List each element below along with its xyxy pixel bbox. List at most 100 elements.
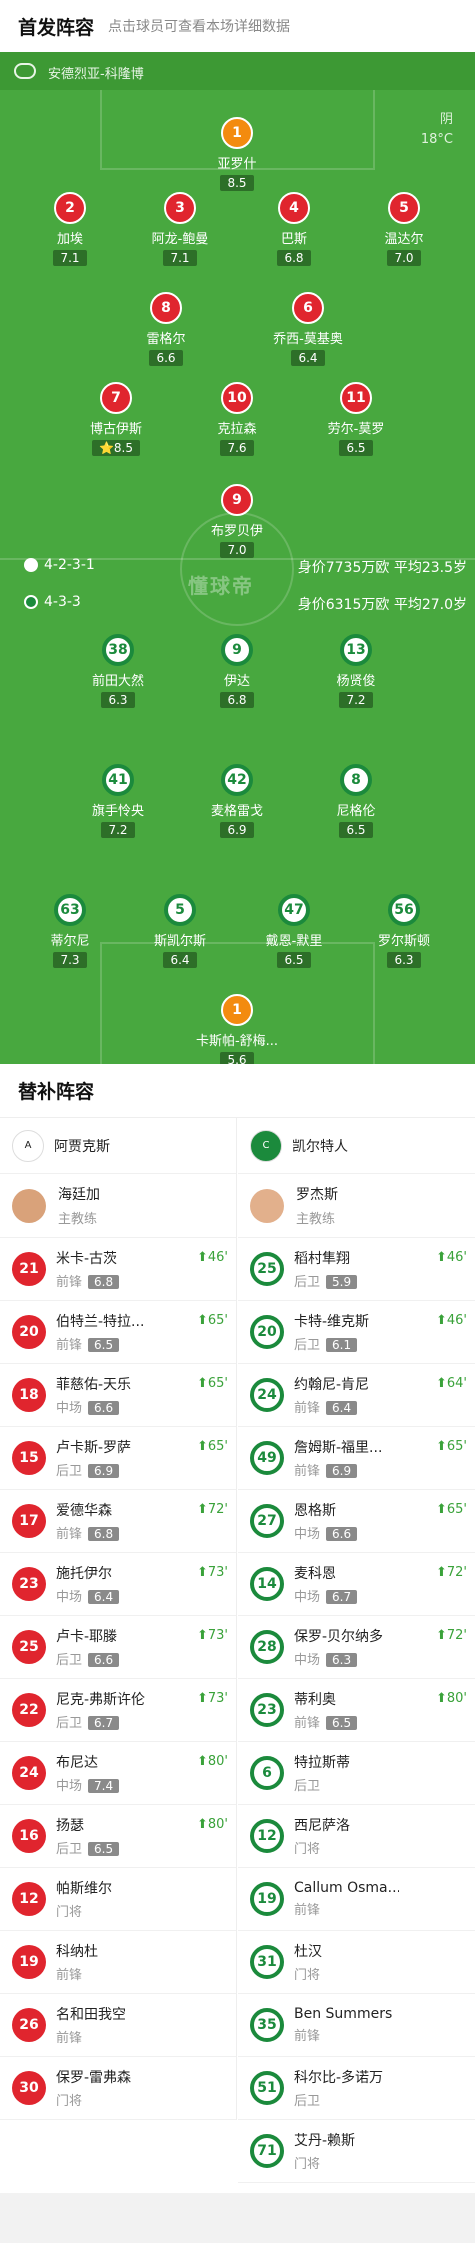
player-number: 2 bbox=[54, 192, 86, 224]
sub-player-row[interactable]: 26 名和田我空 前锋 bbox=[0, 1994, 236, 2057]
sub-in-minute: 65' bbox=[207, 1439, 228, 1454]
sub-player-row[interactable]: 23 蒂利奥 前锋 6.5 ⬆80' bbox=[238, 1679, 475, 1742]
sub-player-row[interactable]: 19 Callum Osma... 前锋 bbox=[238, 1868, 475, 1931]
sub-player-row[interactable]: 21 米卡-古茨 前锋 6.8 ⬆46' bbox=[0, 1238, 236, 1301]
sub-player-row[interactable]: 28 保罗-贝尔纳多 中场 6.3 ⬆72' bbox=[238, 1616, 475, 1679]
sub-number: 20 bbox=[250, 1315, 284, 1349]
sub-player-row[interactable]: 71 艾丹-赖斯 门将 bbox=[238, 2120, 475, 2183]
sub-meta: 前锋 6.5 bbox=[56, 1334, 236, 1353]
coach-name: 罗杰斯 bbox=[296, 1187, 338, 1203]
sub-number: 23 bbox=[250, 1693, 284, 1727]
player-rating: 7.0 bbox=[220, 542, 254, 558]
sub-name: 卢卡斯-罗萨 bbox=[56, 1440, 132, 1456]
sub-player-row[interactable]: 18 菲慈佑-天乐 中场 6.6 ⬆65' bbox=[0, 1364, 236, 1427]
home-player[interactable]: 10 克拉森 7.6 bbox=[177, 382, 297, 456]
sub-player-row[interactable]: 27 恩格斯 中场 6.6 ⬆65' bbox=[238, 1490, 475, 1553]
sub-number: 71 bbox=[250, 2134, 284, 2168]
sub-player-row[interactable]: 20 伯特兰-特拉... 前锋 6.5 ⬆65' bbox=[0, 1301, 236, 1364]
sub-meta: 前锋 6.9 bbox=[294, 1460, 475, 1479]
home-player[interactable]: 9 布罗贝伊 7.0 bbox=[177, 484, 297, 558]
sub-player-row[interactable]: 31 杜汉 门将 bbox=[238, 1931, 475, 1994]
sub-player-row[interactable]: 49 詹姆斯-福里... 前锋 6.9 ⬆65' bbox=[238, 1427, 475, 1490]
player-name: 乔西-莫基奥 bbox=[273, 332, 343, 347]
player-number: 42 bbox=[221, 764, 253, 796]
sub-player-row[interactable]: 25 卢卡-耶滕 后卫 6.6 ⬆73' bbox=[0, 1616, 236, 1679]
sub-player-row[interactable]: 24 布尼达 中场 7.4 ⬆80' bbox=[0, 1742, 236, 1805]
sub-player-row[interactable]: 12 帕斯维尔 门将 bbox=[0, 1868, 236, 1931]
sub-in-icon: ⬆ bbox=[435, 1565, 447, 1580]
sub-player-row[interactable]: 30 保罗-雷弗森 门将 bbox=[0, 2057, 236, 2120]
away-player[interactable]: 41 旗手怜央 7.2 bbox=[58, 764, 178, 838]
home-player[interactable]: 2 加埃 7.1 bbox=[10, 192, 130, 266]
sub-info: 帕斯维尔 门将 bbox=[56, 1878, 236, 1920]
away-player[interactable]: 42 麦格雷戈 6.9 bbox=[177, 764, 297, 838]
rating-value: 6.8 bbox=[227, 693, 247, 707]
sub-rating: 6.6 bbox=[88, 1653, 120, 1667]
home-player[interactable]: 1 亚罗什 8.5 bbox=[177, 117, 297, 191]
player-name: 博古伊斯 bbox=[89, 422, 142, 437]
coach-avatar bbox=[12, 1188, 46, 1223]
sub-player-row[interactable]: 23 施托伊尔 中场 6.4 ⬆73' bbox=[0, 1553, 236, 1616]
sub-meta: 门将 bbox=[294, 2153, 475, 2172]
sub-in-minute: 46' bbox=[207, 1250, 228, 1265]
rating-value: 7.2 bbox=[346, 693, 366, 707]
player-name: 斯凯尔斯 bbox=[153, 934, 206, 949]
home-player[interactable]: 4 巴斯 6.8 bbox=[234, 192, 354, 266]
away-player[interactable]: 38 前田大然 6.3 bbox=[58, 634, 178, 708]
sub-player-row[interactable]: 6 特拉斯蒂 后卫 bbox=[238, 1742, 475, 1805]
player-rating: 7.1 bbox=[163, 250, 197, 266]
sub-player-row[interactable]: 25 稻村隼翔 后卫 5.9 ⬆46' bbox=[238, 1238, 475, 1301]
sub-player-row[interactable]: 51 科尔比-多诺万 后卫 bbox=[238, 2057, 475, 2120]
away-player[interactable]: 56 罗尔斯顿 6.3 bbox=[344, 894, 464, 968]
away-player[interactable]: 63 蒂尔尼 7.3 bbox=[10, 894, 130, 968]
away-player[interactable]: 5 斯凯尔斯 6.4 bbox=[120, 894, 240, 968]
sub-player-row[interactable]: 15 卢卡斯-罗萨 后卫 6.9 ⬆65' bbox=[0, 1427, 236, 1490]
player-name: 克拉森 bbox=[217, 422, 257, 437]
sub-in-minute: 80' bbox=[446, 1691, 467, 1706]
sub-player-row[interactable]: 19 科纳杜 前锋 bbox=[0, 1931, 236, 1994]
home-player[interactable]: 11 劳尔-莫罗 6.5 bbox=[296, 382, 416, 456]
sub-rating: 6.8 bbox=[88, 1527, 120, 1541]
away-player[interactable]: 47 戴恩-默里 6.5 bbox=[234, 894, 354, 968]
sub-meta: 中场 6.3 bbox=[294, 1649, 475, 1668]
away-coach-row[interactable]: 罗杰斯 主教练 bbox=[238, 1174, 475, 1238]
home-team-row[interactable]: A 阿贾克斯 bbox=[0, 1118, 236, 1174]
player-rating: 6.8 bbox=[277, 250, 311, 266]
away-player[interactable]: 8 尼格伦 6.5 bbox=[296, 764, 416, 838]
sub-in-time: ⬆80' bbox=[436, 1691, 467, 1706]
home-player[interactable]: 7 博古伊斯 ⭐8.5 bbox=[56, 382, 176, 456]
player-name: 旗手怜央 bbox=[91, 804, 144, 819]
sub-info: 特拉斯蒂 后卫 bbox=[294, 1752, 475, 1794]
away-team-row[interactable]: C 凯尔特人 bbox=[238, 1118, 475, 1174]
sub-player-row[interactable]: 24 约翰尼-肯尼 前锋 6.4 ⬆64' bbox=[238, 1364, 475, 1427]
player-rating: 6.4 bbox=[163, 952, 197, 968]
home-player[interactable]: 6 乔西-莫基奥 6.4 bbox=[248, 292, 368, 366]
sub-in-icon: ⬆ bbox=[196, 1376, 208, 1391]
away-player[interactable]: 9 伊达 6.8 bbox=[177, 634, 297, 708]
sub-player-row[interactable]: 17 爱德华森 前锋 6.8 ⬆72' bbox=[0, 1490, 236, 1553]
sub-player-row[interactable]: 20 卡特-维克斯 后卫 6.1 ⬆46' bbox=[238, 1301, 475, 1364]
sub-player-row[interactable]: 12 西尼萨洛 门将 bbox=[238, 1805, 475, 1868]
sub-rating: 6.3 bbox=[326, 1653, 358, 1667]
home-coach-row[interactable]: 海廷加 主教练 bbox=[0, 1174, 236, 1238]
home-player[interactable]: 8 雷格尔 6.6 bbox=[106, 292, 226, 366]
player-number: 9 bbox=[221, 634, 253, 666]
home-player[interactable]: 3 阿龙-鲍曼 7.1 bbox=[120, 192, 240, 266]
sub-name: 爱德华森 bbox=[56, 1503, 112, 1519]
home-player[interactable]: 5 温达尔 7.0 bbox=[344, 192, 464, 266]
away-player[interactable]: 1 卡斯帕-舒梅... 5.6 bbox=[177, 994, 297, 1064]
sub-meta: 后卫 6.5 bbox=[56, 1838, 236, 1857]
away-player[interactable]: 13 杨贤俊 7.2 bbox=[296, 634, 416, 708]
sub-player-row[interactable]: 22 尼克-弗斯许伦 后卫 6.7 ⬆73' bbox=[0, 1679, 236, 1742]
sub-number: 15 bbox=[12, 1441, 46, 1475]
sub-position: 中场 bbox=[294, 1527, 321, 1542]
sub-player-row[interactable]: 14 麦科恩 中场 6.7 ⬆72' bbox=[238, 1553, 475, 1616]
sub-player-row[interactable]: 16 扬瑟 后卫 6.5 ⬆80' bbox=[0, 1805, 236, 1868]
sub-in-icon: ⬆ bbox=[196, 1313, 208, 1328]
sub-in-minute: 80' bbox=[207, 1754, 228, 1769]
sub-meta: 后卫 bbox=[294, 2090, 475, 2109]
sub-info: 艾丹-赖斯 门将 bbox=[294, 2130, 475, 2172]
sub-in-icon: ⬆ bbox=[435, 1691, 447, 1706]
rating-value: 6.4 bbox=[170, 953, 190, 967]
sub-player-row[interactable]: 35 Ben Summers 前锋 bbox=[238, 1994, 475, 2057]
